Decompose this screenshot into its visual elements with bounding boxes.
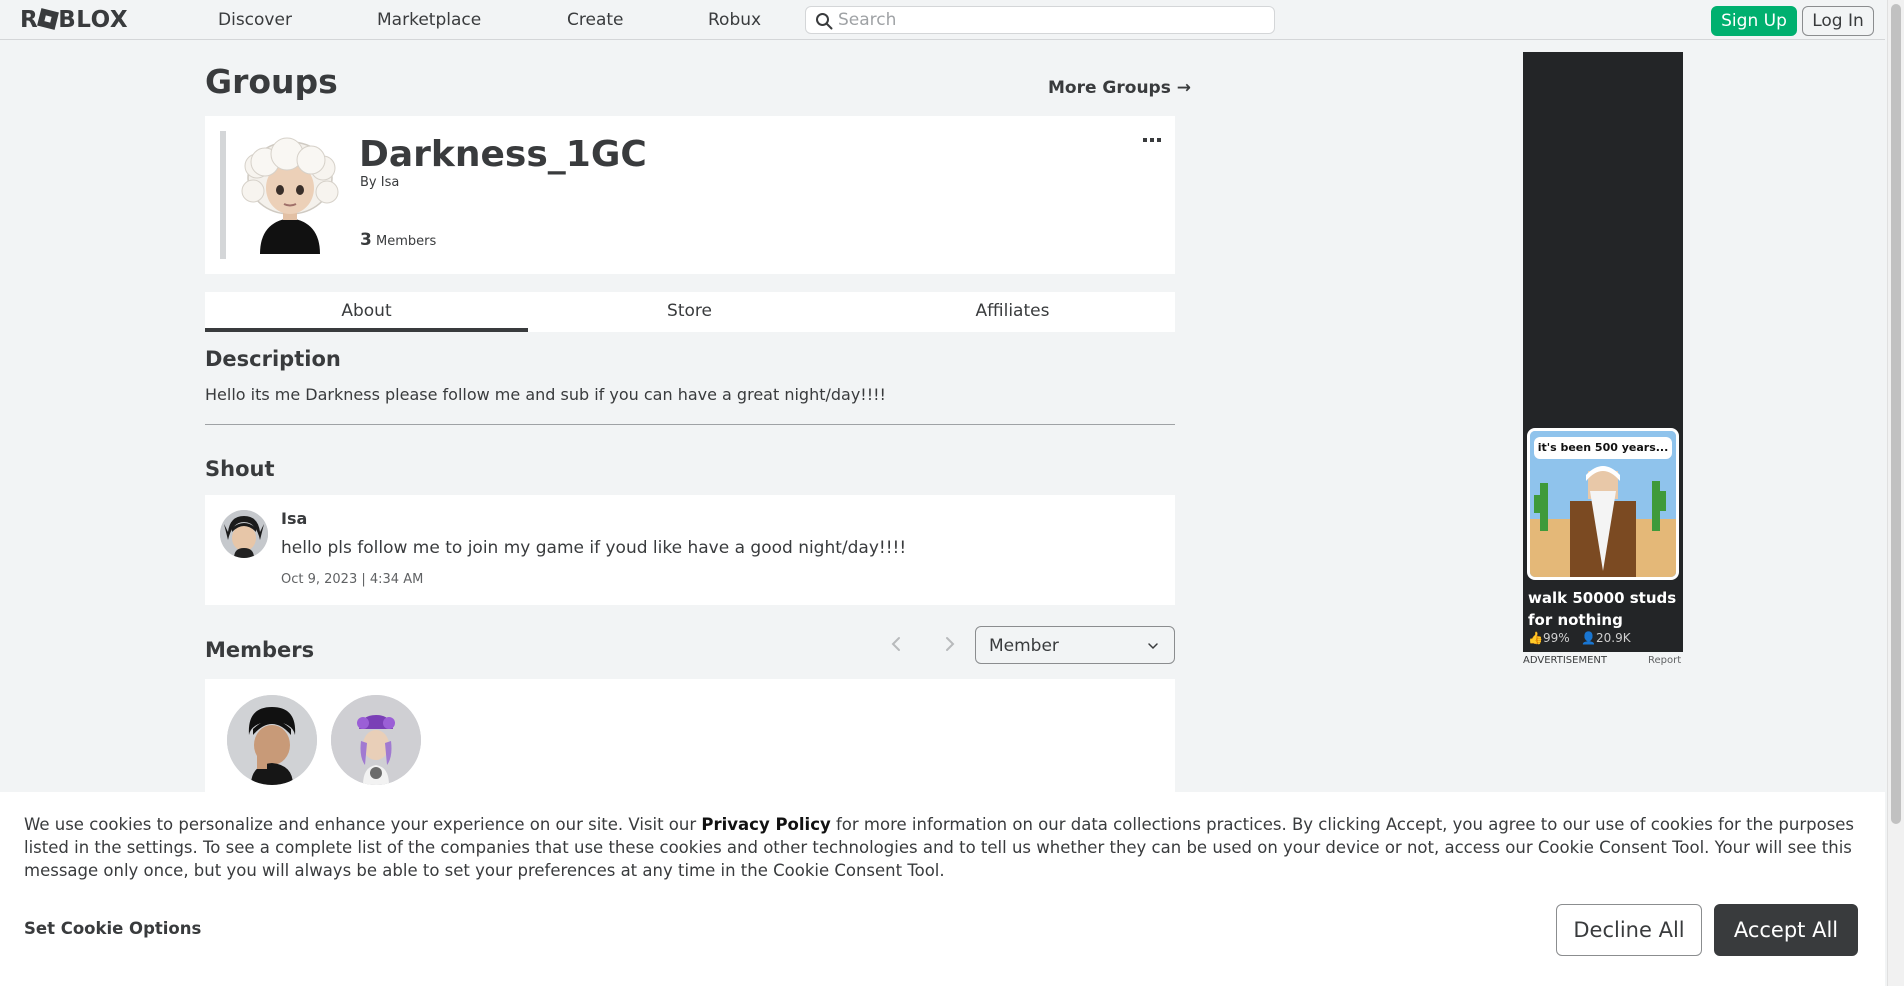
avatar-icon bbox=[220, 510, 268, 558]
shout-author-name[interactable]: Isa bbox=[281, 509, 307, 528]
cookie-text-before: We use cookies to personalize and enhanc… bbox=[24, 815, 702, 834]
shout-timestamp: Oct 9, 2023 | 4:34 AM bbox=[281, 572, 424, 587]
advertisement-banner[interactable]: it's been 500 years... walk 50000 studs … bbox=[1523, 52, 1683, 652]
sign-up-button[interactable]: Sign Up bbox=[1711, 6, 1797, 36]
page-title: Groups bbox=[205, 62, 338, 101]
tab-store[interactable]: Store bbox=[528, 292, 851, 332]
cookie-notice-text: We use cookies to personalize and enhanc… bbox=[24, 813, 1864, 882]
member-count-label: Members bbox=[375, 234, 437, 249]
shout-author-avatar[interactable] bbox=[220, 510, 268, 558]
section-divider bbox=[205, 424, 1175, 425]
scrollbar-thumb[interactable] bbox=[1891, 4, 1901, 824]
page-scrollbar[interactable] bbox=[1887, 0, 1904, 986]
ad-stats: 👍99% 👤20.9K bbox=[1528, 631, 1631, 645]
ad-report-link[interactable]: Report bbox=[1648, 655, 1681, 666]
chevron-left-icon[interactable] bbox=[885, 632, 909, 656]
shout-title: Shout bbox=[205, 457, 275, 481]
tab-about[interactable]: About bbox=[205, 292, 528, 332]
ad-headline: walk 50000 studs for nothing bbox=[1528, 589, 1677, 629]
member-count: 3 Members bbox=[360, 230, 436, 250]
accept-all-button[interactable]: Accept All bbox=[1714, 904, 1858, 956]
group-tabs: About Store Affiliates bbox=[205, 292, 1175, 332]
ellipsis-icon[interactable] bbox=[1143, 136, 1161, 144]
group-card-accent bbox=[220, 131, 226, 259]
tab-affiliates[interactable]: Affiliates bbox=[851, 292, 1174, 332]
ad-game-thumbnail[interactable]: it's been 500 years... bbox=[1527, 428, 1679, 580]
group-header-card: Darkness_1GC By Isa 3 Members bbox=[205, 116, 1175, 274]
ad-speech-bubble: it's been 500 years... bbox=[1534, 437, 1672, 459]
description-title: Description bbox=[205, 347, 341, 371]
nav-discover[interactable]: Discover bbox=[218, 10, 292, 30]
nav-marketplace[interactable]: Marketplace bbox=[377, 10, 481, 30]
group-owner-link[interactable]: Isa bbox=[381, 175, 400, 190]
log-in-button[interactable]: Log In bbox=[1802, 6, 1874, 36]
roblox-logo[interactable]: R BLOX bbox=[20, 8, 128, 32]
ad-rating: 99% bbox=[1542, 631, 1570, 645]
shout-message: hello pls follow me to join my game if y… bbox=[281, 538, 907, 558]
avatar-icon bbox=[227, 695, 317, 785]
group-owner-line: By Isa bbox=[360, 175, 399, 190]
description-text: Hello its me Darkness please follow me a… bbox=[205, 385, 886, 404]
more-groups-link[interactable]: More Groups → bbox=[1048, 78, 1191, 98]
owner-prefix: By bbox=[360, 175, 377, 190]
role-dropdown[interactable]: Member bbox=[975, 626, 1175, 664]
member-avatar[interactable] bbox=[331, 695, 421, 785]
avatar-icon bbox=[331, 695, 421, 785]
arrow-right-icon: → bbox=[1176, 78, 1192, 98]
search-box[interactable] bbox=[805, 6, 1275, 34]
set-cookie-options-link[interactable]: Set Cookie Options bbox=[24, 919, 201, 938]
group-name: Darkness_1GC bbox=[359, 134, 647, 175]
more-groups-label: More Groups bbox=[1048, 78, 1171, 98]
decline-all-button[interactable]: Decline All bbox=[1556, 904, 1702, 956]
group-emblem[interactable] bbox=[235, 136, 345, 254]
chevron-right-icon[interactable] bbox=[937, 632, 961, 656]
search-icon[interactable] bbox=[815, 12, 833, 30]
search-input[interactable] bbox=[838, 9, 1258, 31]
role-dropdown-value: Member bbox=[989, 636, 1059, 656]
players-icon: 👤 bbox=[1581, 631, 1597, 645]
ad-label: ADVERTISEMENT bbox=[1523, 655, 1608, 666]
nav-robux[interactable]: Robux bbox=[708, 10, 761, 30]
nav-create[interactable]: Create bbox=[567, 10, 624, 30]
cookie-consent-banner: We use cookies to personalize and enhanc… bbox=[0, 792, 1885, 986]
thumbs-up-icon: 👍 bbox=[1528, 631, 1543, 645]
member-count-number: 3 bbox=[360, 230, 372, 250]
top-navigation-bar: R BLOX Discover Marketplace Create Robux … bbox=[0, 0, 1885, 40]
shout-card: Isa hello pls follow me to join my game … bbox=[205, 495, 1175, 605]
members-title: Members bbox=[205, 638, 315, 662]
members-list bbox=[205, 679, 1175, 799]
ad-players: 20.9K bbox=[1596, 631, 1631, 645]
chevron-down-icon bbox=[1148, 643, 1158, 650]
member-avatar[interactable] bbox=[227, 695, 317, 785]
privacy-policy-link[interactable]: Privacy Policy bbox=[701, 815, 830, 834]
